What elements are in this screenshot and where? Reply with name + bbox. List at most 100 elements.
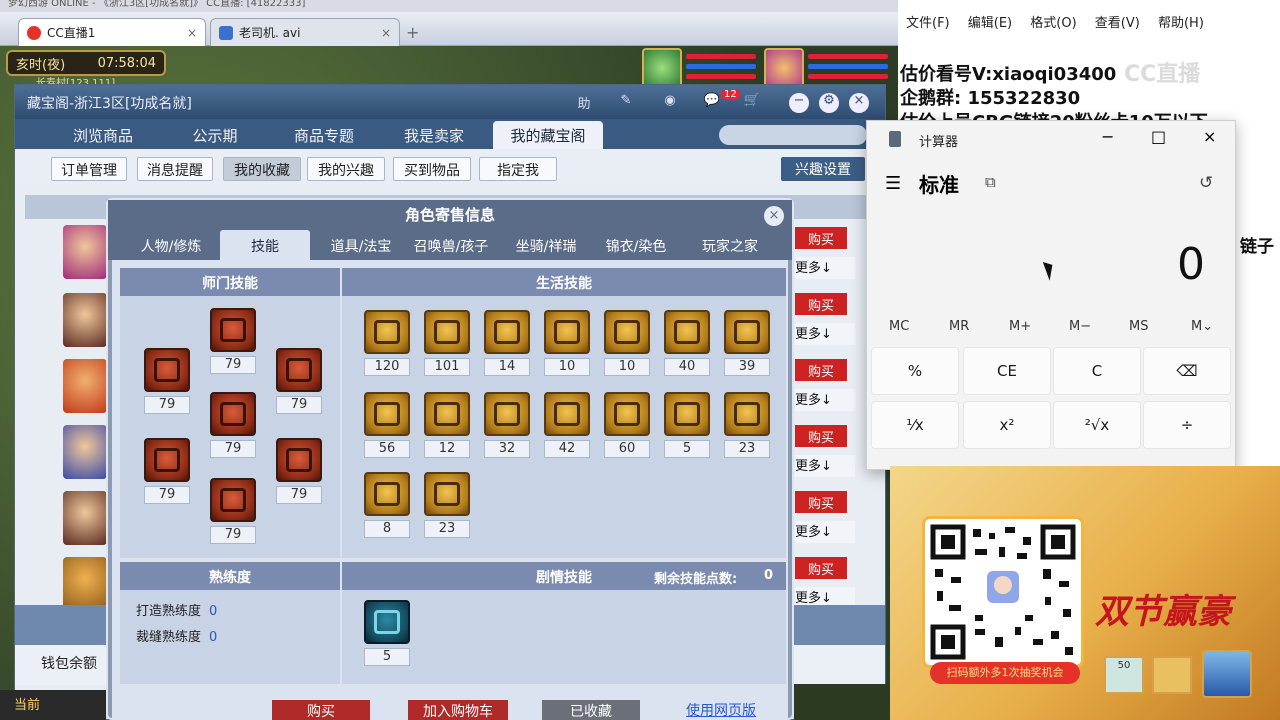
chat-channel-label[interactable]: 当前 [14,694,40,713]
buy-button[interactable]: 购买 [795,557,847,579]
buy-button[interactable]: 购买 [795,425,847,447]
tab-character[interactable]: 人物/修炼 [128,230,214,260]
tab-browse[interactable]: 浏览商品 [51,121,155,149]
dialog-buy-button[interactable]: 购买 [272,700,370,720]
more-button[interactable]: 更多↓ [795,323,855,345]
percent-button[interactable]: % [871,347,959,395]
tab-video[interactable]: 老司机. avi × [210,18,400,46]
life-skill[interactable]: 23 [424,472,470,538]
life-skill[interactable]: 5 [664,392,710,458]
clear-button[interactable]: C [1053,347,1141,395]
character-avatar[interactable] [63,557,107,611]
character-avatar[interactable] [63,359,107,413]
more-button[interactable]: 更多↓ [795,257,855,279]
backspace-button[interactable]: ⌫ [1143,347,1231,395]
interest-settings-button[interactable]: 兴趣设置 [781,157,865,181]
search-input[interactable] [719,125,867,145]
add-to-cart-button[interactable]: 加入购物车 [408,700,508,720]
buy-button[interactable]: 购买 [795,491,847,513]
tab-seller[interactable]: 我是卖家 [381,121,487,149]
menu-file[interactable]: 文件(F) [906,16,950,31]
minimize-button[interactable]: − [789,93,809,113]
life-skill[interactable]: 101 [424,310,470,376]
life-skill[interactable]: 32 [484,392,530,458]
life-skill[interactable]: 40 [664,310,710,376]
tab-mounts[interactable]: 坐骑/祥瑞 [504,230,588,260]
cart-icon[interactable]: 🛒 [741,93,763,113]
more-button[interactable]: 更多↓ [795,455,855,477]
tab-skills[interactable]: 技能 [220,230,310,260]
menu-view[interactable]: 查看(V) [1095,16,1140,31]
assigned-to-me-button[interactable]: 指定我 [479,157,557,181]
player-avatar[interactable] [764,48,804,88]
hamburger-menu-icon[interactable]: ☰ [885,173,901,194]
school-skill[interactable]: 79 [276,348,322,414]
character-avatar[interactable] [63,425,107,479]
memory-recall[interactable]: MR [949,319,969,334]
reciprocal-button[interactable]: ⅟x [871,401,959,449]
life-skill[interactable]: 10 [604,310,650,376]
divide-button[interactable]: ÷ [1143,401,1231,449]
tab-my-cbg[interactable]: 我的藏宝阁 [493,121,603,149]
character-avatar[interactable] [63,491,107,545]
minimize-button[interactable]: − [1101,127,1114,146]
story-skill[interactable]: 5 [364,600,410,666]
life-skill[interactable]: 60 [604,392,650,458]
maximize-button[interactable]: □ [1151,127,1166,146]
life-skill[interactable]: 8 [364,472,410,538]
pet-avatar[interactable] [642,48,682,88]
memory-subtract[interactable]: M− [1069,319,1091,334]
life-skill[interactable]: 42 [544,392,590,458]
close-tab-icon[interactable]: × [381,26,391,40]
life-skill[interactable]: 12 [424,392,470,458]
school-skill[interactable]: 79 [144,438,190,504]
menu-help[interactable]: 帮助(H) [1158,16,1204,31]
school-skill[interactable]: 79 [210,478,256,544]
life-skill[interactable]: 56 [364,392,410,458]
new-tab-button[interactable]: + [402,18,424,46]
life-skill[interactable]: 14 [484,310,530,376]
square-root-button[interactable]: ²√x [1053,401,1141,449]
close-button[interactable]: × [849,93,869,113]
more-button[interactable]: 更多↓ [795,521,855,543]
memory-add[interactable]: M+ [1009,319,1031,334]
tab-topics[interactable]: 商品专题 [271,121,377,149]
life-skill[interactable]: 120 [364,310,410,376]
tab-items[interactable]: 道具/法宝 [316,230,406,260]
school-skill[interactable]: 79 [276,438,322,504]
life-skill[interactable]: 23 [724,392,770,458]
purchased-items-button[interactable]: 买到物品 [393,157,471,181]
buy-button[interactable]: 购买 [795,293,847,315]
character-avatar[interactable] [63,293,107,347]
close-button[interactable]: × [1203,127,1216,146]
keep-on-top-icon[interactable]: ⧉ [985,173,996,191]
notification-button[interactable]: 消息提醒 [137,157,213,181]
tab-cc-live[interactable]: CC直播1 × [18,18,206,46]
buy-button[interactable]: 购买 [795,359,847,381]
promo-banner[interactable]: 扫码额外多1次抽奖机会 双节赢豪 50 [890,466,1280,720]
life-skill[interactable]: 10 [544,310,590,376]
character-avatar[interactable] [63,225,107,279]
more-button[interactable]: 更多↓ [795,389,855,411]
memory-list[interactable]: M⌄ [1191,319,1213,334]
web-version-link[interactable]: 使用网页版 [686,700,756,720]
my-favorites-button[interactable]: 我的收藏 [223,157,301,181]
tab-player-home[interactable]: 玩家之家 [686,230,774,260]
school-skill[interactable]: 79 [144,348,190,414]
dialog-close-button[interactable]: × [764,206,784,226]
my-interests-button[interactable]: 我的兴趣 [307,157,385,181]
clear-entry-button[interactable]: CE [963,347,1051,395]
order-management-button[interactable]: 订单管理 [51,157,127,181]
tab-pets[interactable]: 召唤兽/孩子 [406,230,496,260]
history-icon[interactable]: ↺ [1199,173,1213,193]
message-icon[interactable]: 💬 [701,93,723,113]
help-icon[interactable]: 助 [573,93,595,113]
record-icon[interactable]: ◉ [659,93,681,113]
close-tab-icon[interactable]: × [187,26,197,40]
memory-clear[interactable]: MC [889,319,909,334]
menu-edit[interactable]: 编辑(E) [968,16,1012,31]
qr-code[interactable] [922,516,1084,668]
school-skill[interactable]: 79 [210,392,256,458]
menu-format[interactable]: 格式(O) [1030,16,1076,31]
square-button[interactable]: x² [963,401,1051,449]
